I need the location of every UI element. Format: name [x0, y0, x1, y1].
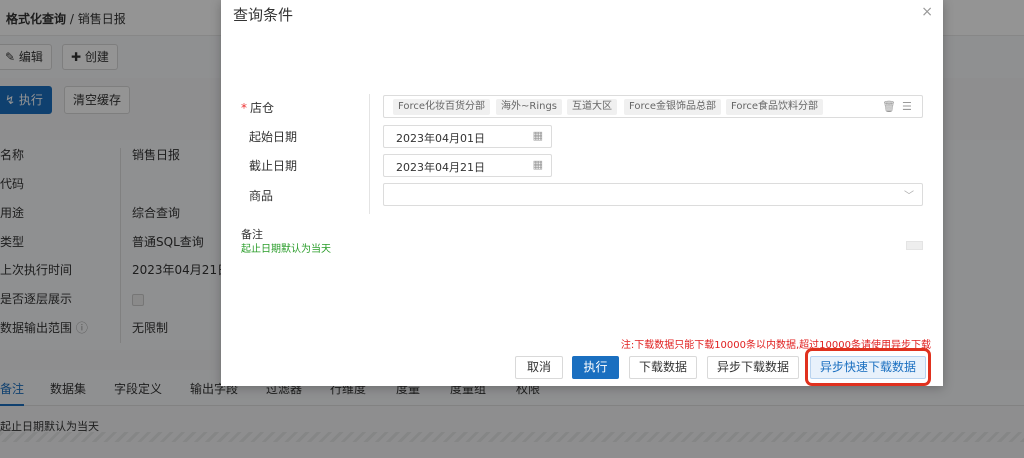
required-marker: *: [241, 101, 247, 115]
store-label: * 店仓: [241, 101, 275, 115]
start-date-value: 2023年04月01日: [396, 132, 485, 145]
close-icon[interactable]: ×: [921, 4, 933, 20]
resize-handle[interactable]: [906, 241, 923, 250]
dialog-title: 查询条件: [233, 6, 294, 24]
download-data-button[interactable]: 下载数据: [629, 356, 697, 379]
remark-text: 起止日期默认为当天: [241, 244, 331, 255]
end-date-field[interactable]: 2023年04月21日 ▦: [383, 154, 552, 177]
label-divider: [369, 94, 370, 214]
store-multiselect[interactable]: Force化妆百货分部 海外~Rings 互道大区 Force金银饰品总部 Fo…: [383, 95, 923, 118]
store-tag[interactable]: Force食品饮料分部: [726, 99, 824, 115]
end-date-value: 2023年04月21日: [396, 161, 485, 174]
trash-icon[interactable]: 🗑: [882, 100, 896, 113]
product-select[interactable]: ﹀: [383, 183, 923, 206]
store-tag[interactable]: Force化妆百货分部: [393, 99, 491, 115]
cancel-button[interactable]: 取消: [515, 356, 563, 379]
calendar-icon[interactable]: ▦: [533, 129, 543, 142]
highlight-annotation: [805, 348, 931, 386]
product-label: 商品: [249, 189, 274, 203]
start-date-field[interactable]: 2023年04月01日 ▦: [383, 125, 552, 148]
end-date-label: 截止日期: [249, 159, 298, 173]
chevron-down-icon: ﹀: [904, 191, 914, 202]
calendar-icon[interactable]: ▦: [533, 158, 543, 171]
async-download-button[interactable]: 异步下载数据: [707, 356, 799, 379]
list-icon[interactable]: ☰: [902, 100, 912, 113]
execute-button[interactable]: 执行: [572, 356, 619, 379]
store-tag[interactable]: 互道大区: [567, 99, 617, 115]
store-tag[interactable]: Force金银饰品总部: [624, 99, 722, 115]
start-date-label: 起始日期: [249, 130, 298, 144]
store-tag[interactable]: 海外~Rings: [496, 99, 563, 115]
query-conditions-dialog: 查询条件 × * 店仓 Force化妆百货分部 海外~Rings 互道大区 For…: [221, 0, 943, 386]
